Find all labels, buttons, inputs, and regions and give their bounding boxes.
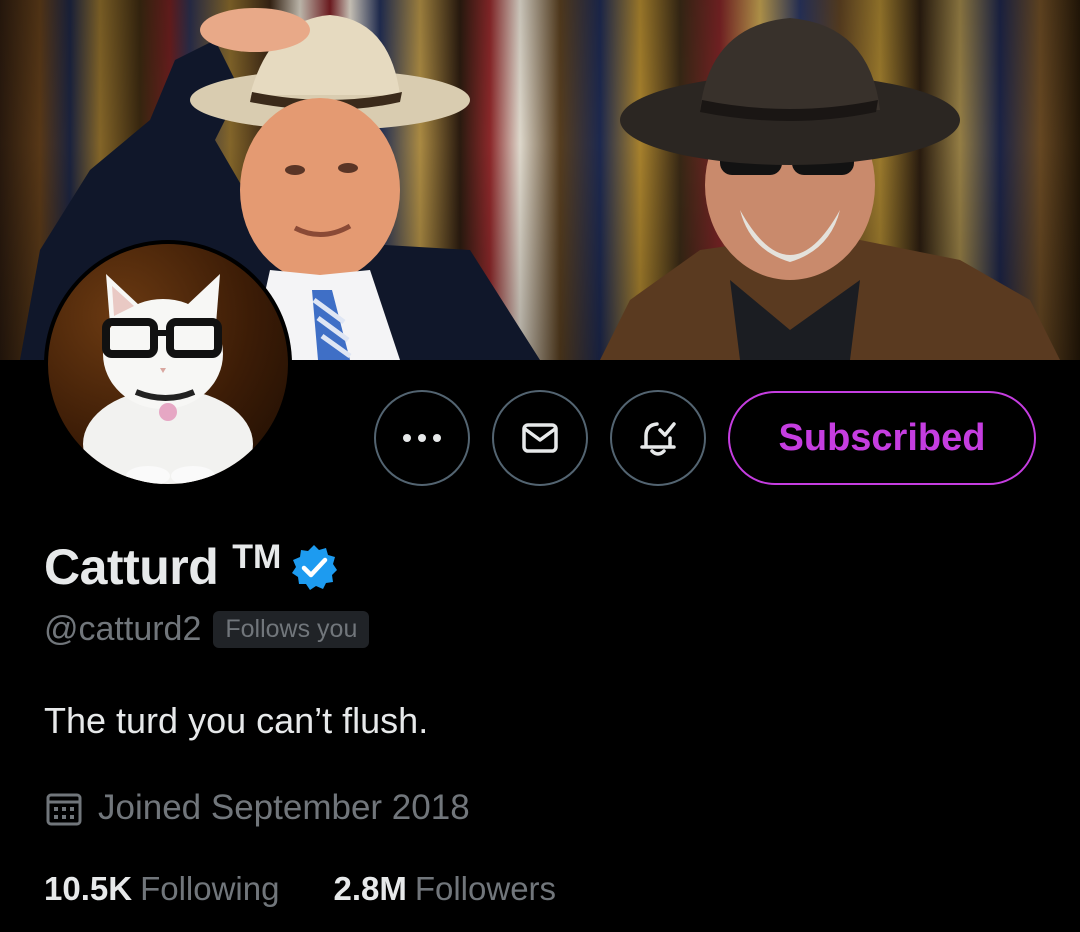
- followers-label: Followers: [414, 870, 557, 907]
- following-count: 10.5K: [44, 870, 133, 907]
- handle-row: @catturd2 Follows you: [44, 606, 370, 652]
- following-link[interactable]: 10.5K Following: [44, 870, 279, 908]
- followers-link[interactable]: 2.8M Followers: [333, 870, 556, 908]
- follows-you-badge: Follows you: [213, 610, 370, 648]
- following-label: Following: [140, 870, 280, 907]
- subscribed-button[interactable]: Subscribed: [728, 391, 1036, 485]
- bell-check-icon: [640, 422, 676, 456]
- avatar-image: [48, 244, 288, 484]
- verified-badge-icon[interactable]: [289, 542, 339, 592]
- joined-date-row: Joined September 2018: [44, 784, 470, 832]
- profile-name-row: Catturd TM: [44, 532, 339, 602]
- calendar-icon: [46, 793, 82, 826]
- more-horizontal-icon: [403, 434, 441, 442]
- more-options-button[interactable]: [374, 390, 470, 486]
- profile-handle: @catturd2: [44, 609, 202, 648]
- followers-count: 2.8M: [333, 870, 407, 907]
- envelope-icon: [522, 423, 558, 453]
- profile-page: Subscribed Catturd TM @catturd2 Follows …: [0, 0, 1080, 932]
- follow-stats: 10.5K Following 2.8M Followers: [44, 866, 556, 912]
- display-name: Catturd: [44, 539, 219, 595]
- notifications-button[interactable]: [610, 390, 706, 486]
- subscribed-label: Subscribed: [778, 416, 986, 459]
- trademark-mark: TM: [232, 537, 282, 576]
- message-button[interactable]: [492, 390, 588, 486]
- profile-bio: The turd you can’t flush.: [44, 700, 429, 741]
- profile-avatar[interactable]: [44, 240, 292, 488]
- joined-date: Joined September 2018: [98, 788, 470, 827]
